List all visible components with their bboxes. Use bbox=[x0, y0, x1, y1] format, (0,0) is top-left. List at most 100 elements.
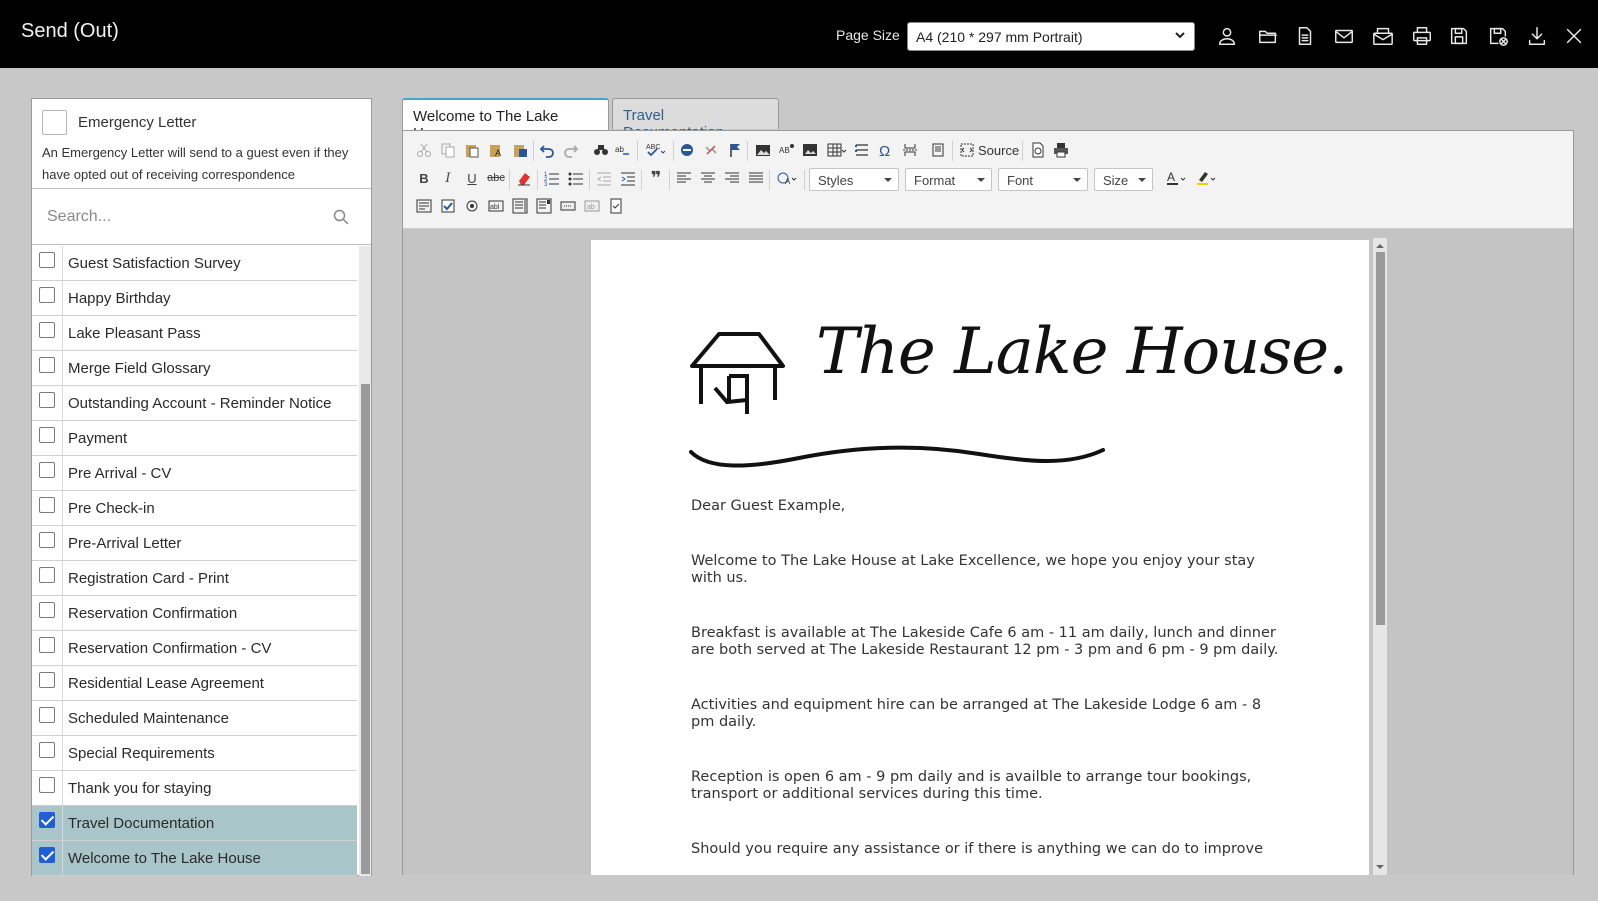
hidden-field-icon[interactable] bbox=[606, 196, 626, 216]
list-item[interactable]: Outstanding Account - Reminder Notice bbox=[32, 386, 357, 421]
folder-open-icon[interactable] bbox=[1255, 23, 1281, 49]
format-dropdown[interactable]: Format bbox=[905, 168, 992, 191]
image-button-icon[interactable] bbox=[800, 140, 820, 160]
scroll-up-arrow-icon[interactable] bbox=[1376, 240, 1384, 248]
replace-icon[interactable]: ab bbox=[613, 140, 633, 160]
template-checkbox[interactable] bbox=[39, 847, 55, 863]
numbered-list-icon[interactable]: 123 bbox=[542, 168, 562, 188]
template-checkbox[interactable] bbox=[39, 532, 55, 548]
template-checkbox[interactable] bbox=[39, 392, 55, 408]
align-right-icon[interactable] bbox=[722, 168, 742, 188]
list-item[interactable]: Merge Field Glossary bbox=[32, 351, 357, 386]
find-icon[interactable] bbox=[591, 140, 611, 160]
radio-field-icon[interactable] bbox=[462, 196, 482, 216]
list-item[interactable]: Reservation Confirmation bbox=[32, 596, 357, 631]
list-item[interactable]: Happy Birthday bbox=[32, 281, 357, 316]
page-size-select[interactable]: A4 (210 * 297 mm Portrait) bbox=[907, 22, 1195, 51]
list-item[interactable]: Payment bbox=[32, 421, 357, 456]
justify-icon[interactable] bbox=[746, 168, 766, 188]
document-scrollbar-thumb[interactable] bbox=[1376, 252, 1385, 625]
undo-icon[interactable] bbox=[537, 140, 557, 160]
tab-welcome[interactable]: Welcome to The Lake House bbox=[402, 98, 609, 142]
link-icon[interactable] bbox=[677, 140, 697, 160]
list-item[interactable]: Registration Card - Print bbox=[32, 561, 357, 596]
italic-icon[interactable]: I bbox=[438, 168, 458, 188]
copy-icon[interactable] bbox=[438, 140, 458, 160]
paste-text-icon[interactable]: A bbox=[486, 140, 506, 160]
bulleted-list-icon[interactable] bbox=[566, 168, 586, 188]
tab-travel-documentation[interactable]: Travel Documentation bbox=[612, 98, 779, 141]
document-page[interactable]: The Lake House. Dear Guest Example, Welc… bbox=[591, 240, 1369, 875]
preview-icon[interactable] bbox=[1028, 140, 1048, 160]
spellcheck-icon[interactable]: ABC bbox=[643, 140, 669, 160]
unlink-icon[interactable] bbox=[701, 140, 721, 160]
cut-icon[interactable] bbox=[414, 140, 434, 160]
image-icon[interactable] bbox=[753, 140, 773, 160]
text-color-icon[interactable]: A bbox=[1163, 168, 1189, 188]
textarea-icon[interactable] bbox=[510, 196, 530, 216]
save-close-icon[interactable] bbox=[1485, 23, 1511, 49]
template-checkbox[interactable] bbox=[39, 287, 55, 303]
email-multiple-icon[interactable] bbox=[1370, 23, 1396, 49]
page-break-icon[interactable] bbox=[900, 140, 920, 160]
table-icon[interactable] bbox=[824, 140, 850, 160]
size-dropdown[interactable]: Size bbox=[1094, 168, 1153, 191]
list-item[interactable]: Lake Pleasant Pass bbox=[32, 316, 357, 351]
anchor-icon[interactable] bbox=[725, 140, 745, 160]
template-checkbox[interactable] bbox=[39, 357, 55, 373]
source-button[interactable]: Source bbox=[959, 140, 1019, 160]
strikethrough-icon[interactable]: abc bbox=[486, 168, 506, 188]
background-color-icon[interactable] bbox=[1193, 168, 1219, 188]
redo-icon[interactable] bbox=[561, 140, 581, 160]
list-item[interactable]: Residential Lease Agreement bbox=[32, 666, 357, 701]
list-item[interactable]: Scheduled Maintenance bbox=[32, 701, 357, 736]
paste-icon[interactable] bbox=[462, 140, 482, 160]
align-center-icon[interactable] bbox=[698, 168, 718, 188]
download-icon[interactable] bbox=[1524, 23, 1550, 49]
outdent-icon[interactable] bbox=[594, 168, 614, 188]
print-preview-icon[interactable] bbox=[1051, 140, 1071, 160]
template-checkbox[interactable] bbox=[39, 602, 55, 618]
template-checkbox[interactable] bbox=[39, 742, 55, 758]
list-item[interactable]: Guest Satisfaction Survey bbox=[32, 246, 357, 281]
button-field-icon[interactable] bbox=[558, 196, 578, 216]
indent-icon[interactable] bbox=[618, 168, 638, 188]
underline-icon[interactable]: U bbox=[462, 168, 482, 188]
bold-icon[interactable]: B bbox=[414, 168, 434, 188]
font-dropdown[interactable]: Font bbox=[998, 168, 1088, 191]
search-box[interactable]: Search... bbox=[32, 189, 371, 245]
form-icon[interactable] bbox=[414, 196, 434, 216]
template-checkbox[interactable] bbox=[39, 812, 55, 828]
search-input[interactable]: Search... bbox=[47, 208, 111, 226]
list-scrollbar[interactable] bbox=[359, 246, 371, 876]
list-item[interactable]: Pre Check-in bbox=[32, 491, 357, 526]
user-icon[interactable] bbox=[1214, 23, 1240, 49]
text-field-icon[interactable]: abl bbox=[486, 196, 506, 216]
paste-word-icon[interactable] bbox=[510, 140, 530, 160]
search-icon[interactable] bbox=[333, 209, 349, 225]
checkbox-field-icon[interactable] bbox=[438, 196, 458, 216]
scroll-down-arrow-icon[interactable] bbox=[1376, 865, 1384, 873]
template-checkbox[interactable] bbox=[39, 322, 55, 338]
horizontal-rule-icon[interactable] bbox=[852, 140, 872, 160]
list-item[interactable]: Travel Documentation bbox=[32, 806, 357, 841]
list-item[interactable]: Pre Arrival - CV bbox=[32, 456, 357, 491]
list-scrollbar-thumb[interactable] bbox=[361, 384, 370, 874]
template-checkbox[interactable] bbox=[39, 497, 55, 513]
document-scrollbar[interactable] bbox=[1373, 238, 1387, 875]
list-item[interactable]: Thank you for staying bbox=[32, 771, 357, 806]
email-icon[interactable] bbox=[1331, 23, 1357, 49]
document-icon[interactable] bbox=[1292, 23, 1318, 49]
remove-format-icon[interactable] bbox=[514, 168, 534, 188]
template-checkbox[interactable] bbox=[39, 567, 55, 583]
select-field-icon[interactable] bbox=[534, 196, 554, 216]
close-icon[interactable] bbox=[1561, 23, 1587, 49]
list-item[interactable]: Reservation Confirmation - CV bbox=[32, 631, 357, 666]
iframe-icon[interactable] bbox=[928, 140, 948, 160]
align-left-icon[interactable] bbox=[674, 168, 694, 188]
print-icon[interactable] bbox=[1409, 23, 1435, 49]
styles-dropdown[interactable]: Styles bbox=[809, 168, 899, 191]
save-icon[interactable] bbox=[1446, 23, 1472, 49]
template-checkbox[interactable] bbox=[39, 252, 55, 268]
list-item[interactable]: Pre-Arrival Letter bbox=[32, 526, 357, 561]
